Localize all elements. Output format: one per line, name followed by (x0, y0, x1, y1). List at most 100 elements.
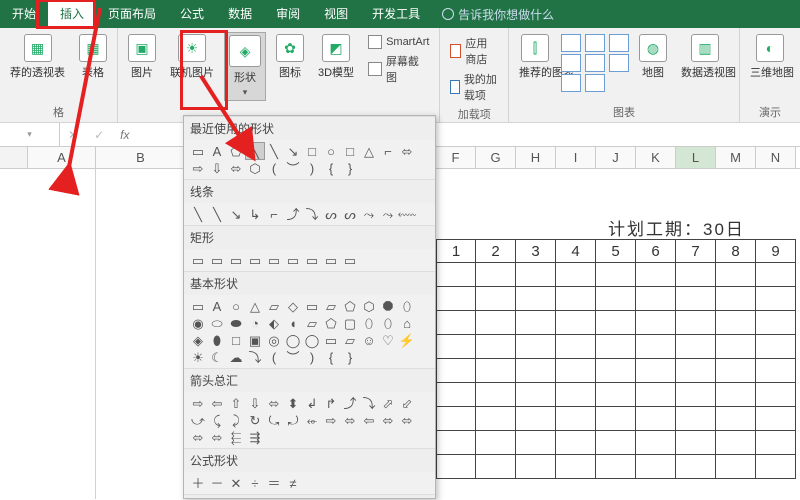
shape-option[interactable]: △ (246, 298, 264, 314)
shape-option[interactable]: □ (341, 143, 359, 159)
shape-option[interactable]: ) (303, 349, 321, 365)
shape-option[interactable]: ▭ (303, 298, 321, 314)
day-header-cell[interactable]: 3 (516, 239, 556, 263)
shape-option[interactable]: ◖ (284, 315, 302, 331)
shape-option[interactable]: ↘ (227, 206, 245, 222)
shape-option[interactable]: － (208, 475, 226, 491)
shape-option[interactable]: ⇦ (208, 395, 226, 411)
shape-option[interactable]: ☾ (208, 349, 226, 365)
shape-option[interactable]: ◯ (284, 332, 302, 348)
shape-option[interactable]: ⤾ (284, 412, 302, 428)
shape-option[interactable]: ⌐ (379, 143, 397, 159)
shape-option[interactable]: ≠ (284, 475, 302, 491)
shape-option[interactable]: ⤿ (265, 412, 283, 428)
shape-option[interactable]: ( (265, 349, 283, 365)
shape-option[interactable]: ⬃ (398, 395, 416, 411)
shape-option[interactable]: ⤵ (360, 395, 378, 411)
rec-charts-button[interactable]: ⫿ 推荐的图表 (515, 32, 555, 82)
tab-view[interactable]: 视图 (312, 0, 360, 28)
shape-option[interactable]: ＝ (265, 475, 283, 491)
icons-button[interactable]: ✿ 图标 (272, 32, 308, 82)
col-N[interactable]: N (756, 147, 796, 168)
picture-button[interactable]: ▣ 图片 (124, 32, 160, 82)
shape-option[interactable]: ⬠ (341, 298, 359, 314)
shape-option[interactable]: ⬯ (379, 315, 397, 331)
shape-option[interactable]: ⇧ (227, 395, 245, 411)
shape-option[interactable]: } (341, 160, 359, 176)
map-button[interactable]: ◍ 地图 (635, 32, 671, 82)
shape-option[interactable]: ◎ (265, 332, 283, 348)
shape-option[interactable]: ⬯ (360, 315, 378, 331)
store-button[interactable]: 应用商店 (446, 34, 502, 68)
shape-option[interactable]: A (208, 298, 226, 314)
shape-option[interactable]: ⤳ (360, 206, 378, 222)
pivot-recommend-button[interactable]: ▦ 荐的透视表 (6, 32, 69, 82)
shape-option[interactable]: ♡ (379, 332, 397, 348)
shape-option[interactable]: ⬄ (398, 143, 416, 159)
col-L[interactable]: L (676, 147, 716, 168)
shape-option[interactable]: ▭ (322, 332, 340, 348)
shape-option[interactable]: ⬱ (227, 429, 245, 445)
shape-option[interactable]: ⚡ (398, 332, 416, 348)
col-I[interactable]: I (556, 147, 596, 168)
shape-option[interactable]: ⬄ (208, 429, 226, 445)
shape-option[interactable]: ◇ (284, 298, 302, 314)
name-box[interactable]: ▾ (0, 123, 60, 146)
shape-option[interactable]: ◉ (189, 315, 207, 331)
shape-option[interactable]: △ (360, 143, 378, 159)
pie-chart-button[interactable] (585, 54, 605, 72)
shape-option[interactable]: ○ (227, 298, 245, 314)
col-G[interactable]: G (476, 147, 516, 168)
shape-option[interactable]: } (341, 349, 359, 365)
tab-data[interactable]: 数据 (216, 0, 264, 28)
shape-option[interactable]: ▣ (246, 332, 264, 348)
col-F[interactable]: F (436, 147, 476, 168)
day-header-cell[interactable]: 4 (556, 239, 596, 263)
shape-option[interactable]: ⬍ (284, 395, 302, 411)
col-J[interactable]: J (596, 147, 636, 168)
surface-chart-button[interactable] (585, 74, 605, 92)
shape-option[interactable]: ⬀ (379, 395, 397, 411)
shape-option[interactable]: ▭ (303, 252, 321, 268)
my-addins-button[interactable]: 我的加载项 (446, 70, 502, 104)
shape-option[interactable]: ▱ (265, 298, 283, 314)
shape-option[interactable]: ▭ (189, 298, 207, 314)
shape-option[interactable]: ↱ (322, 395, 340, 411)
model3d-button[interactable]: ◩ 3D模型 (314, 32, 358, 82)
shape-option[interactable]: ⬯ (398, 298, 416, 314)
col-K[interactable]: K (636, 147, 676, 168)
shape-option[interactable]: ▭ (246, 252, 264, 268)
shape-option[interactable]: ᔕ (341, 206, 359, 222)
day-header-cell[interactable]: 5 (596, 239, 636, 263)
3d-map-button[interactable]: ◐ 三维地图 (746, 32, 794, 82)
day-header-cell[interactable]: 7 (676, 239, 716, 263)
shape-option[interactable]: ⬄ (265, 395, 283, 411)
smartart-button[interactable]: SmartArt (364, 34, 433, 50)
bar-chart-button[interactable] (561, 34, 581, 52)
shape-option[interactable]: ⯃ (379, 298, 397, 314)
shape-option[interactable]: ↻ (246, 412, 264, 428)
shape-option[interactable]: ▭ (322, 252, 340, 268)
shape-option[interactable]: ⤹ (208, 412, 226, 428)
shape-option[interactable]: ︶ (284, 160, 302, 176)
shape-option[interactable]: ☁ (227, 349, 245, 365)
screenshot-button[interactable]: 屏幕截图 (364, 52, 433, 86)
select-all-corner[interactable] (0, 147, 28, 168)
day-header-cell[interactable]: 1 (436, 239, 476, 263)
shape-option[interactable]: ↲ (303, 395, 321, 411)
shape-option[interactable]: ◔ (246, 315, 264, 331)
shape-option[interactable]: ⤵ (303, 206, 321, 222)
shape-option[interactable]: ▭ (284, 252, 302, 268)
shape-option[interactable]: ＋ (189, 475, 207, 491)
shape-option[interactable]: ⇨ (322, 412, 340, 428)
day-header-cell[interactable]: 2 (476, 239, 516, 263)
shape-option[interactable]: ⬮ (208, 332, 226, 348)
shape-option[interactable]: ▭ (227, 252, 245, 268)
tab-formula[interactable]: 公式 (168, 0, 216, 28)
shape-option[interactable]: ⤴ (284, 206, 302, 222)
shape-option[interactable]: ⇨ (189, 395, 207, 411)
shape-option[interactable]: ▢ (341, 315, 359, 331)
shape-option[interactable]: ⇦ (360, 412, 378, 428)
shape-option[interactable]: ╲ (208, 206, 226, 222)
shape-option[interactable]: ↘ (284, 143, 302, 159)
